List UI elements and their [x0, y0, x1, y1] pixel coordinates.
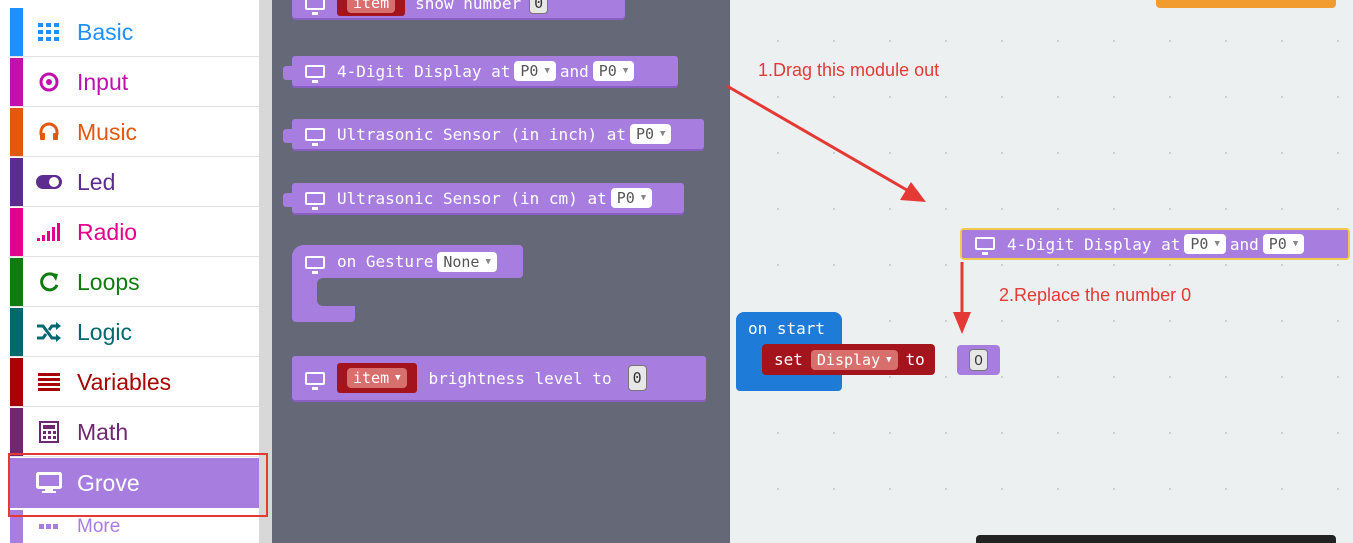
pin-dropdown[interactable]: P0 ▼ — [1262, 234, 1305, 254]
caret-down-icon: ▼ — [886, 354, 892, 365]
arrow-replace-head — [953, 312, 971, 334]
value-input[interactable]: 0 — [969, 349, 988, 371]
dragged-four-digit-display-block[interactable]: 4-Digit Display at P0 ▼ and P0 ▼ — [960, 228, 1350, 260]
arrow-drag-head — [900, 182, 926, 202]
variable-dropdown[interactable]: Display ▼ — [810, 349, 898, 370]
caret-down-icon: ▼ — [1214, 239, 1220, 249]
annotation-arrows — [726, 84, 971, 334]
on-start-label: on start — [748, 319, 826, 338]
block-text: and — [1229, 234, 1259, 254]
value-slot: 0 — [957, 345, 1000, 375]
arrow-drag — [726, 84, 913, 195]
block-text: set — [774, 350, 803, 369]
set-variable-block[interactable]: set Display ▼ to — [762, 344, 935, 375]
pin-dropdown[interactable]: P0 ▼ — [1184, 234, 1226, 254]
block-text: to — [905, 350, 925, 369]
monitor-icon — [975, 235, 997, 255]
caret-down-icon: ▼ — [1292, 239, 1299, 249]
block-text: 4-Digit Display at — [1007, 234, 1181, 254]
